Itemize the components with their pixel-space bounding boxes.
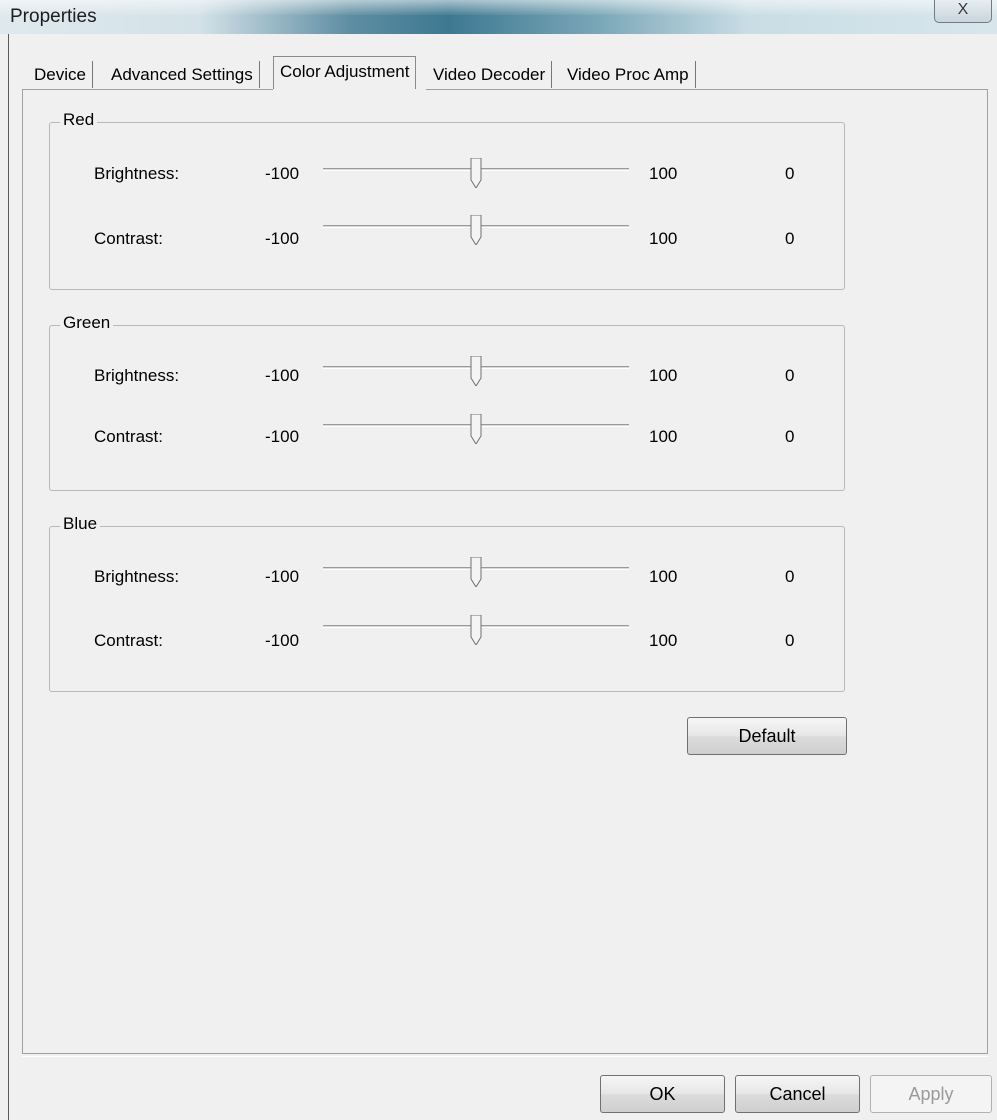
apply-button-label: Apply xyxy=(908,1084,954,1104)
tab-panel-bottom-edge xyxy=(22,1053,988,1057)
green-brightness-max: 100 xyxy=(649,366,678,385)
apply-button[interactable]: Apply xyxy=(870,1075,992,1113)
group-green-title: Green xyxy=(60,313,114,333)
ok-button-label: OK xyxy=(649,1084,676,1104)
group-red: Red Brightness: -100 100 0 Contrast: -10… xyxy=(49,110,845,290)
green-contrast-slider[interactable] xyxy=(323,414,629,444)
tab-strip-line xyxy=(22,89,988,90)
tab-video-decoder[interactable]: Video Decoder xyxy=(427,61,553,88)
tab-video-proc-amp-label: Video Proc Amp xyxy=(567,65,689,84)
blue-contrast-value: 0 xyxy=(785,631,795,650)
tab-device-label: Device xyxy=(34,65,86,84)
ok-button[interactable]: OK xyxy=(600,1075,725,1113)
green-contrast-max: 100 xyxy=(649,427,678,446)
group-blue-title: Blue xyxy=(60,514,101,534)
blue-contrast-label: Contrast: xyxy=(94,631,163,650)
default-button-label: Default xyxy=(738,726,796,746)
green-contrast-min: -100 xyxy=(265,427,300,446)
default-button[interactable]: Default xyxy=(687,717,847,755)
close-button[interactable]: X xyxy=(934,0,992,23)
slider-thumb[interactable] xyxy=(470,215,482,245)
cancel-button[interactable]: Cancel xyxy=(735,1075,860,1113)
blue-brightness-min: -100 xyxy=(265,567,300,586)
red-contrast-value: 0 xyxy=(785,229,795,248)
red-brightness-value: 0 xyxy=(785,164,795,183)
blue-brightness-max: 100 xyxy=(649,567,678,586)
slider-thumb[interactable] xyxy=(470,414,482,444)
blue-brightness-value: 0 xyxy=(785,567,795,586)
slider-thumb[interactable] xyxy=(470,557,482,587)
tab-panel-right-edge xyxy=(987,89,988,1054)
red-brightness-min: -100 xyxy=(265,164,300,183)
red-contrast-slider[interactable] xyxy=(323,215,629,245)
tab-device[interactable]: Device xyxy=(28,61,93,88)
green-contrast-value: 0 xyxy=(785,427,795,446)
window-title: Properties xyxy=(10,6,97,27)
tab-panel-left-edge xyxy=(22,89,23,1054)
blue-contrast-min: -100 xyxy=(265,631,300,650)
close-icon: X xyxy=(957,1,969,18)
red-contrast-min: -100 xyxy=(265,229,300,248)
group-blue: Blue Brightness: -100 100 0 Contrast: -1… xyxy=(49,514,845,692)
green-brightness-label: Brightness: xyxy=(94,366,180,385)
blue-contrast-slider[interactable] xyxy=(323,615,629,645)
title-bar[interactable]: Properties X xyxy=(0,0,997,34)
green-brightness-slider[interactable] xyxy=(323,356,629,386)
red-contrast-label: Contrast: xyxy=(94,229,163,248)
properties-window: Properties X Device Advanced Settings Co… xyxy=(0,0,997,1120)
tab-video-decoder-label: Video Decoder xyxy=(433,65,546,84)
tab-video-proc-amp[interactable]: Video Proc Amp xyxy=(561,61,696,88)
group-red-title: Red xyxy=(60,110,98,130)
active-tab-gap xyxy=(273,89,426,91)
green-contrast-label: Contrast: xyxy=(94,427,163,446)
tab-color-adjustment-label: Color Adjustment xyxy=(280,62,410,81)
window-frame-edge xyxy=(8,34,9,1120)
green-brightness-min: -100 xyxy=(265,366,300,385)
red-brightness-max: 100 xyxy=(649,164,678,183)
slider-thumb[interactable] xyxy=(470,158,482,188)
tab-color-adjustment[interactable]: Color Adjustment xyxy=(273,56,417,90)
red-brightness-slider[interactable] xyxy=(323,158,629,188)
red-brightness-label: Brightness: xyxy=(94,164,180,183)
tab-advanced-settings[interactable]: Advanced Settings xyxy=(105,61,260,88)
green-brightness-value: 0 xyxy=(785,366,795,385)
title-bar-shine xyxy=(0,0,997,15)
blue-contrast-max: 100 xyxy=(649,631,678,650)
cancel-button-label: Cancel xyxy=(769,1084,826,1104)
blue-brightness-slider[interactable] xyxy=(323,557,629,587)
slider-thumb[interactable] xyxy=(470,356,482,386)
group-green: Green Brightness: -100 100 0 Contrast: -… xyxy=(49,313,845,491)
slider-thumb[interactable] xyxy=(470,615,482,645)
blue-brightness-label: Brightness: xyxy=(94,567,180,586)
tab-advanced-settings-label: Advanced Settings xyxy=(111,65,253,84)
red-contrast-max: 100 xyxy=(649,229,678,248)
